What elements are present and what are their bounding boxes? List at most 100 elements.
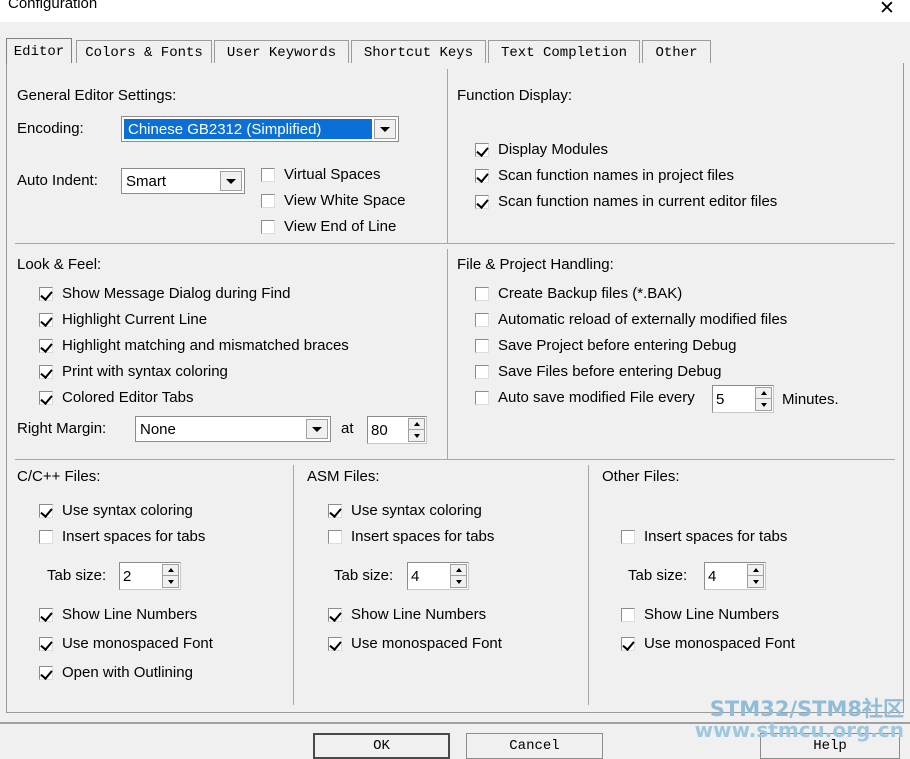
chevron-down-icon[interactable]: [374, 119, 396, 139]
checkbox-label: Colored Editor Tabs: [62, 389, 194, 406]
right-margin-at-stepper[interactable]: 80: [367, 416, 427, 444]
chevron-down-icon[interactable]: [220, 171, 242, 191]
checkbox-colored-editor-tabs[interactable]: Colored Editor Tabs: [39, 389, 193, 406]
checkbox-c-use-monospaced-font[interactable]: Use monospaced Font: [39, 635, 213, 652]
stepper-up-icon[interactable]: [450, 564, 467, 576]
checkbox-indicator[interactable]: [39, 636, 53, 651]
stepper-down-icon[interactable]: [162, 576, 179, 588]
encoding-combo[interactable]: Chinese GB2312 (Simplified): [121, 116, 399, 142]
stepper-buttons: [408, 418, 425, 442]
checkbox-create-backup-files[interactable]: Create Backup files (*.BAK): [475, 285, 682, 302]
checkbox-save-project-before-debug[interactable]: Save Project before entering Debug: [475, 337, 736, 354]
tab-colors-fonts[interactable]: Colors & Fonts: [76, 40, 212, 64]
auto-save-interval-stepper[interactable]: 5: [712, 385, 774, 413]
asm-tab-size-stepper[interactable]: 4: [407, 562, 469, 590]
checkbox-asm-use-syntax-coloring[interactable]: Use syntax coloring: [328, 502, 482, 519]
checkbox-asm-show-line-numbers[interactable]: Show Line Numbers: [328, 606, 486, 623]
chevron-down-icon[interactable]: [306, 419, 328, 439]
tab-label: Text Completion: [500, 44, 628, 61]
checkbox-indicator[interactable]: [39, 503, 53, 518]
checkbox-indicator[interactable]: [39, 338, 53, 353]
c-tab-size-label: Tab size:: [47, 567, 107, 584]
right-margin-combo[interactable]: None: [135, 416, 331, 442]
checkbox-scan-current-editor-files[interactable]: Scan function names in current editor fi…: [475, 193, 777, 210]
checkbox-indicator[interactable]: [39, 529, 53, 544]
tab-label: Colors & Fonts: [85, 44, 203, 61]
checkbox-indicator[interactable]: [621, 636, 635, 651]
checkbox-indicator[interactable]: [328, 503, 342, 518]
divider-vert-bottom-2: [588, 465, 589, 705]
checkbox-indicator[interactable]: [328, 529, 342, 544]
checkbox-indicator[interactable]: [475, 194, 489, 209]
checkbox-other-use-monospaced-font[interactable]: Use monospaced Font: [621, 635, 795, 652]
stepper-down-icon[interactable]: [755, 399, 772, 411]
checkbox-highlight-current-line[interactable]: Highlight Current Line: [39, 311, 207, 328]
checkbox-c-open-with-outlining[interactable]: Open with Outlining: [39, 664, 193, 681]
checkbox-display-modules[interactable]: Display Modules: [475, 141, 608, 158]
checkbox-label: Automatic reload of externally modified …: [498, 311, 788, 328]
checkbox-indicator[interactable]: [39, 364, 53, 379]
tab-editor[interactable]: Editor: [6, 38, 72, 64]
checkbox-other-insert-spaces-for-tabs[interactable]: Insert spaces for tabs: [621, 528, 787, 545]
stepper-down-icon[interactable]: [408, 430, 425, 442]
checkbox-view-end-of-line[interactable]: View End of Line: [261, 218, 396, 235]
checkbox-scan-project-files[interactable]: Scan function names in project files: [475, 167, 734, 184]
checkbox-auto-save-modified-file[interactable]: Auto save modified File every: [475, 389, 695, 406]
close-icon[interactable]: ✕: [864, 0, 910, 22]
checkbox-asm-insert-spaces-for-tabs[interactable]: Insert spaces for tabs: [328, 528, 494, 545]
stepper-up-icon[interactable]: [408, 418, 425, 430]
checkbox-indicator[interactable]: [261, 219, 275, 234]
editor-settings-panel: General Editor Settings: Encoding: Chine…: [6, 63, 904, 713]
tab-user-keywords[interactable]: User Keywords: [214, 40, 349, 64]
checkbox-highlight-braces[interactable]: Highlight matching and mismatched braces: [39, 337, 349, 354]
checkbox-asm-use-monospaced-font[interactable]: Use monospaced Font: [328, 635, 502, 652]
checkbox-virtual-spaces[interactable]: Virtual Spaces: [261, 166, 380, 183]
tab-other[interactable]: Other: [642, 40, 711, 64]
divider-vert-top: [447, 69, 448, 243]
checkbox-c-use-syntax-coloring[interactable]: Use syntax coloring: [39, 502, 193, 519]
stepper-down-icon[interactable]: [450, 576, 467, 588]
stepper-up-icon[interactable]: [747, 564, 764, 576]
other-tab-size-stepper[interactable]: 4: [704, 562, 766, 590]
help-button[interactable]: Help: [760, 733, 900, 759]
c-tab-size-stepper[interactable]: 2: [119, 562, 181, 590]
stepper-up-icon[interactable]: [755, 387, 772, 399]
auto-indent-combo[interactable]: Smart: [121, 168, 245, 194]
checkbox-save-files-before-debug[interactable]: Save Files before entering Debug: [475, 363, 721, 380]
checkbox-label: Use syntax coloring: [62, 502, 193, 519]
checkbox-indicator[interactable]: [475, 312, 489, 327]
checkbox-label: Save Project before entering Debug: [498, 337, 737, 354]
checkbox-view-white-space[interactable]: View White Space: [261, 192, 405, 209]
tab-shortcut-keys[interactable]: Shortcut Keys: [351, 40, 486, 64]
checkbox-show-message-dialog[interactable]: Show Message Dialog during Find: [39, 285, 290, 302]
checkbox-indicator[interactable]: [39, 312, 53, 327]
checkbox-indicator[interactable]: [39, 390, 53, 405]
checkbox-indicator[interactable]: [621, 529, 635, 544]
cancel-button[interactable]: Cancel: [466, 733, 603, 759]
checkbox-automatic-reload[interactable]: Automatic reload of externally modified …: [475, 311, 787, 328]
checkbox-indicator[interactable]: [261, 167, 275, 182]
stepper-down-icon[interactable]: [747, 576, 764, 588]
ok-button[interactable]: OK: [313, 733, 450, 759]
tab-text-completion[interactable]: Text Completion: [488, 40, 640, 64]
checkbox-indicator[interactable]: [39, 665, 53, 680]
checkbox-indicator[interactable]: [261, 193, 275, 208]
checkbox-c-insert-spaces-for-tabs[interactable]: Insert spaces for tabs: [39, 528, 205, 545]
checkbox-indicator[interactable]: [328, 636, 342, 651]
checkbox-indicator[interactable]: [475, 338, 489, 353]
checkbox-print-syntax-coloring[interactable]: Print with syntax coloring: [39, 363, 228, 380]
checkbox-indicator[interactable]: [39, 607, 53, 622]
checkbox-other-show-line-numbers[interactable]: Show Line Numbers: [621, 606, 779, 623]
checkbox-indicator[interactable]: [621, 607, 635, 622]
checkbox-c-show-line-numbers[interactable]: Show Line Numbers: [39, 606, 197, 623]
c-files-title: C/C++ Files:: [17, 468, 101, 485]
tab-label: User Keywords: [226, 44, 337, 61]
checkbox-indicator[interactable]: [475, 286, 489, 301]
checkbox-indicator[interactable]: [475, 390, 489, 405]
stepper-up-icon[interactable]: [162, 564, 179, 576]
checkbox-indicator[interactable]: [475, 168, 489, 183]
checkbox-indicator[interactable]: [39, 286, 53, 301]
checkbox-indicator[interactable]: [475, 142, 489, 157]
checkbox-indicator[interactable]: [475, 364, 489, 379]
checkbox-indicator[interactable]: [328, 607, 342, 622]
